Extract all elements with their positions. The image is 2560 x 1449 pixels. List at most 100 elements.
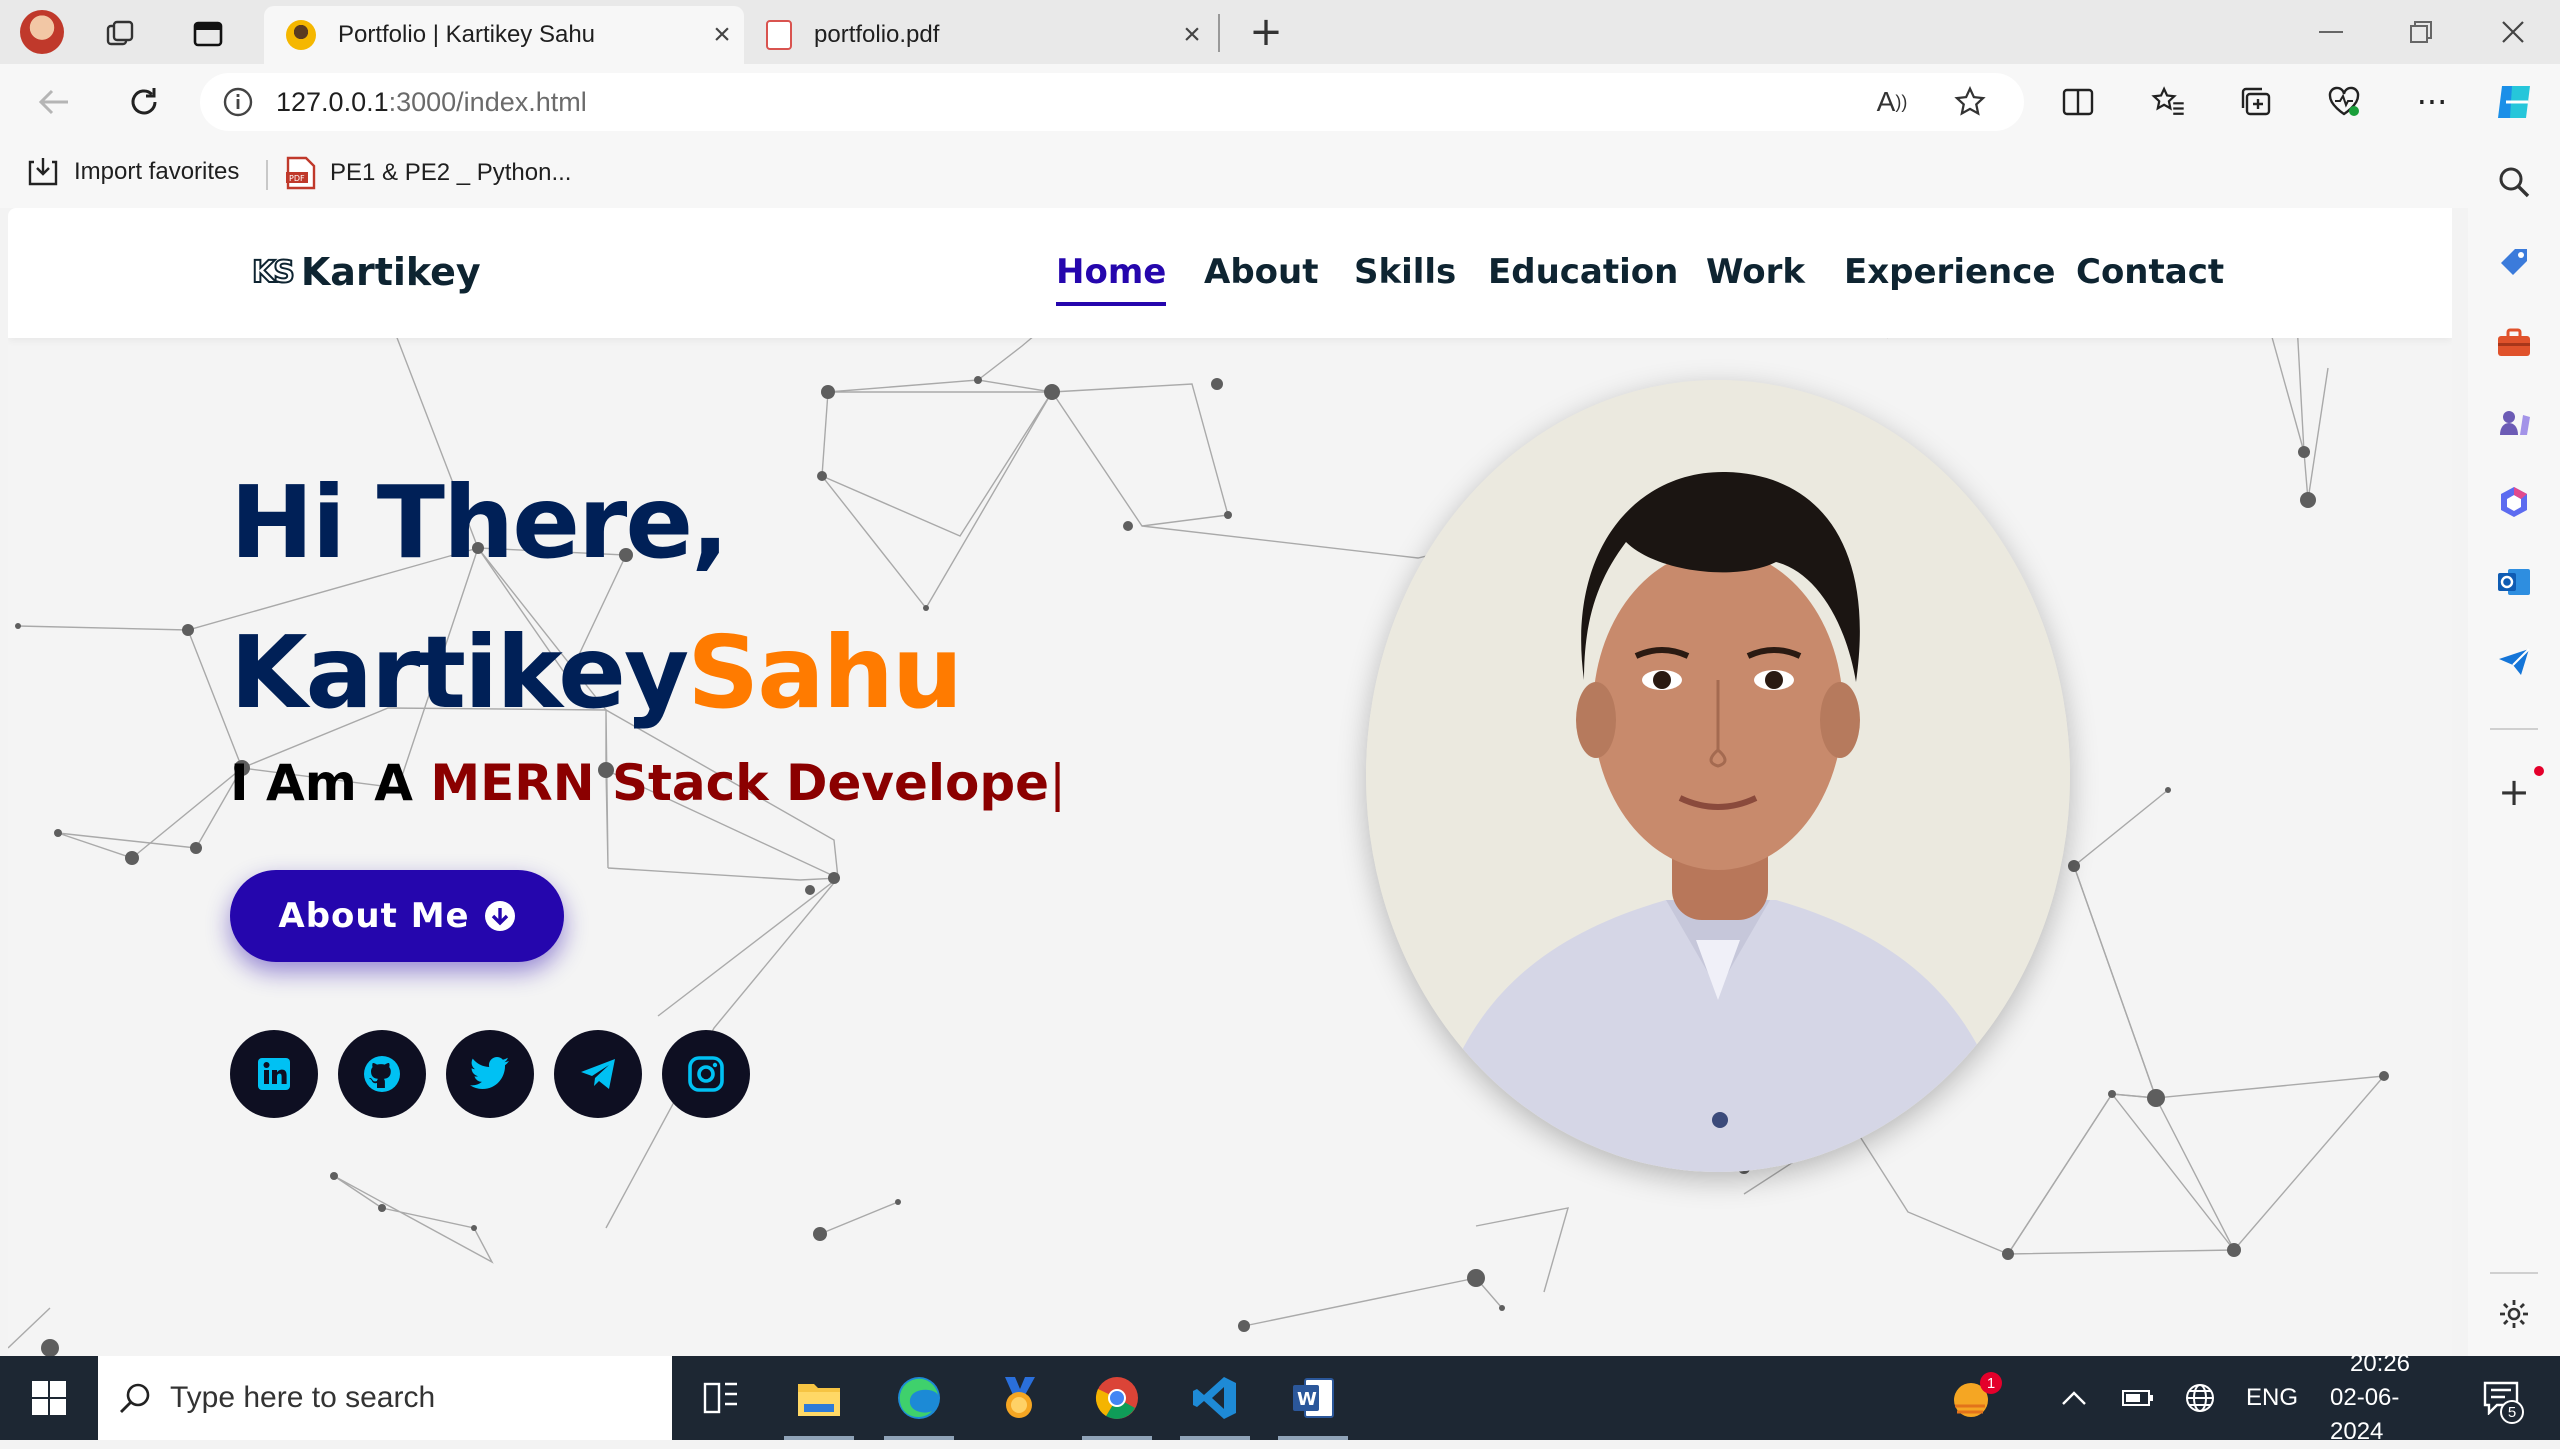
- favorites-icon[interactable]: [2146, 82, 2190, 122]
- vertical-tabs-icon[interactable]: [188, 14, 228, 54]
- nav-experience[interactable]: Experience: [1844, 252, 2055, 292]
- running-indicator: [784, 1436, 854, 1440]
- edge-app[interactable]: [870, 1356, 968, 1440]
- nav-skills[interactable]: Skills: [1354, 252, 1456, 292]
- about-me-label: About Me: [278, 896, 470, 936]
- refresh-icon[interactable]: [122, 82, 166, 122]
- split-screen-icon[interactable]: [2056, 82, 2100, 122]
- windows-logo-icon: [32, 1381, 66, 1415]
- arrow-circle-down-icon: [484, 901, 515, 931]
- notification-center[interactable]: 5: [2474, 1356, 2530, 1440]
- typed-role: MERN Stack Develope: [430, 754, 1050, 812]
- vscode-app[interactable]: [1166, 1356, 1264, 1440]
- word-app[interactable]: W: [1264, 1356, 1362, 1440]
- file-explorer-app[interactable]: [770, 1356, 868, 1440]
- games-icon[interactable]: [2494, 402, 2534, 442]
- about-me-button[interactable]: About Me: [230, 870, 564, 962]
- telegram-link[interactable]: [554, 1030, 642, 1118]
- linkedin-link[interactable]: [230, 1030, 318, 1118]
- tab-portfolio[interactable]: Portfolio | Kartikey Sahu ×: [264, 6, 744, 64]
- back-icon[interactable]: [32, 82, 76, 122]
- nav-education[interactable]: Education: [1488, 252, 1678, 292]
- browser-essentials-icon[interactable]: [2322, 82, 2366, 122]
- task-view-button[interactable]: [672, 1356, 770, 1440]
- shopping-tag-icon[interactable]: [2494, 242, 2534, 282]
- weather-widget[interactable]: 1: [1924, 1356, 2022, 1440]
- folder-icon: [798, 1384, 840, 1416]
- add-sidebar-app-icon[interactable]: +: [2494, 770, 2534, 814]
- linkedin-icon: [258, 1058, 290, 1090]
- nav-work[interactable]: Work: [1706, 252, 1805, 292]
- typed-prefix: I Am A: [230, 754, 431, 812]
- logo-text: Kartikey: [300, 250, 481, 294]
- logo-mark: KS: [251, 254, 296, 291]
- collections-icon[interactable]: [2234, 82, 2278, 122]
- tab-pdf[interactable]: portfolio.pdf ×: [744, 6, 1214, 64]
- notification-dot: [2534, 766, 2544, 776]
- tab-divider: [1218, 14, 1220, 52]
- instagram-link[interactable]: [662, 1030, 750, 1118]
- profile-photo: [1366, 380, 2070, 1172]
- taskbar-search[interactable]: Type here to search: [98, 1356, 672, 1440]
- import-icon: [28, 158, 58, 186]
- nav-home[interactable]: Home: [1056, 252, 1167, 306]
- favorite-star-icon[interactable]: [1948, 82, 1992, 122]
- favorites-bar: Import favorites PDF PE1 & PE2 _ Python.…: [0, 140, 2560, 208]
- start-button[interactable]: [0, 1356, 98, 1440]
- search-icon[interactable]: [2494, 162, 2534, 202]
- notification-badge: 5: [2500, 1400, 2524, 1424]
- network-status[interactable]: [2180, 1356, 2220, 1440]
- favorite-label: PE1 & PE2 _ Python...: [330, 159, 572, 186]
- nav-about[interactable]: About: [1204, 252, 1318, 292]
- nav-contact[interactable]: Contact: [2076, 252, 2224, 292]
- new-tab-icon[interactable]: +: [1244, 9, 1288, 55]
- drop-send-icon[interactable]: [2494, 642, 2534, 682]
- clock[interactable]: 20:26 02-06-2024: [2330, 1350, 2430, 1445]
- close-tab-icon[interactable]: ×: [700, 18, 744, 52]
- edge-sidebar: +: [2468, 140, 2560, 1356]
- url-text: 127.0.0.1:3000/index.html: [276, 87, 587, 118]
- address-bar[interactable]: 127.0.0.1:3000/index.html A)): [200, 73, 2024, 131]
- favorites-divider: [266, 160, 268, 190]
- weather-badge-count: 1: [1986, 1374, 1996, 1392]
- close-window-icon[interactable]: [2488, 12, 2538, 52]
- microsoft-365-icon[interactable]: [2494, 482, 2534, 522]
- url-host: 127.0.0.1: [276, 86, 389, 117]
- copilot-icon[interactable]: [2490, 78, 2540, 126]
- badge-app[interactable]: [970, 1356, 1068, 1440]
- more-menu-icon[interactable]: ···: [2410, 82, 2454, 122]
- battery-status[interactable]: [2118, 1356, 2158, 1440]
- sidebar-divider: [2490, 728, 2538, 730]
- telegram-icon: [581, 1059, 615, 1089]
- close-tab-icon[interactable]: ×: [1170, 18, 1214, 52]
- battery-icon: [2122, 1390, 2153, 1406]
- chrome-app[interactable]: [1068, 1356, 1166, 1440]
- hero-heading: Hi There, KartikeySahu: [230, 448, 963, 748]
- profile-avatar[interactable]: [20, 10, 64, 54]
- address-bar-row: 127.0.0.1:3000/index.html A)) ···: [0, 64, 2560, 140]
- restore-icon[interactable]: [2396, 12, 2446, 52]
- twitter-link[interactable]: [446, 1030, 534, 1118]
- github-link[interactable]: [338, 1030, 426, 1118]
- minimize-icon[interactable]: [2306, 12, 2356, 52]
- tools-icon[interactable]: [2494, 322, 2534, 362]
- input-language[interactable]: ENG: [2246, 1356, 2298, 1440]
- tab-title: portfolio.pdf: [814, 21, 940, 48]
- site-logo[interactable]: KS Kartikey: [251, 250, 481, 294]
- tab-bar: Portfolio | Kartikey Sahu × portfolio.pd…: [0, 0, 2560, 64]
- read-aloud-icon[interactable]: A)): [1870, 82, 1914, 122]
- sidebar-divider: [2490, 1272, 2538, 1274]
- svg-text:W: W: [1297, 1389, 1317, 1410]
- hero-name: KartikeySahu: [230, 598, 963, 748]
- import-favorites-link[interactable]: Import favorites: [26, 156, 239, 188]
- portfolio-favicon-icon: [286, 20, 316, 50]
- site-info-icon[interactable]: [200, 73, 276, 131]
- settings-gear-icon[interactable]: [2494, 1294, 2534, 1334]
- show-hidden-icons[interactable]: [2054, 1356, 2094, 1440]
- outlook-icon[interactable]: [2494, 562, 2534, 602]
- hero-greeting: Hi There,: [230, 464, 729, 581]
- url-path: :3000/index.html: [388, 86, 587, 117]
- twitter-icon: [470, 1057, 509, 1089]
- favorite-pe1-link[interactable]: PDF PE1 & PE2 _ Python...: [284, 156, 571, 190]
- workspaces-icon[interactable]: [100, 14, 140, 54]
